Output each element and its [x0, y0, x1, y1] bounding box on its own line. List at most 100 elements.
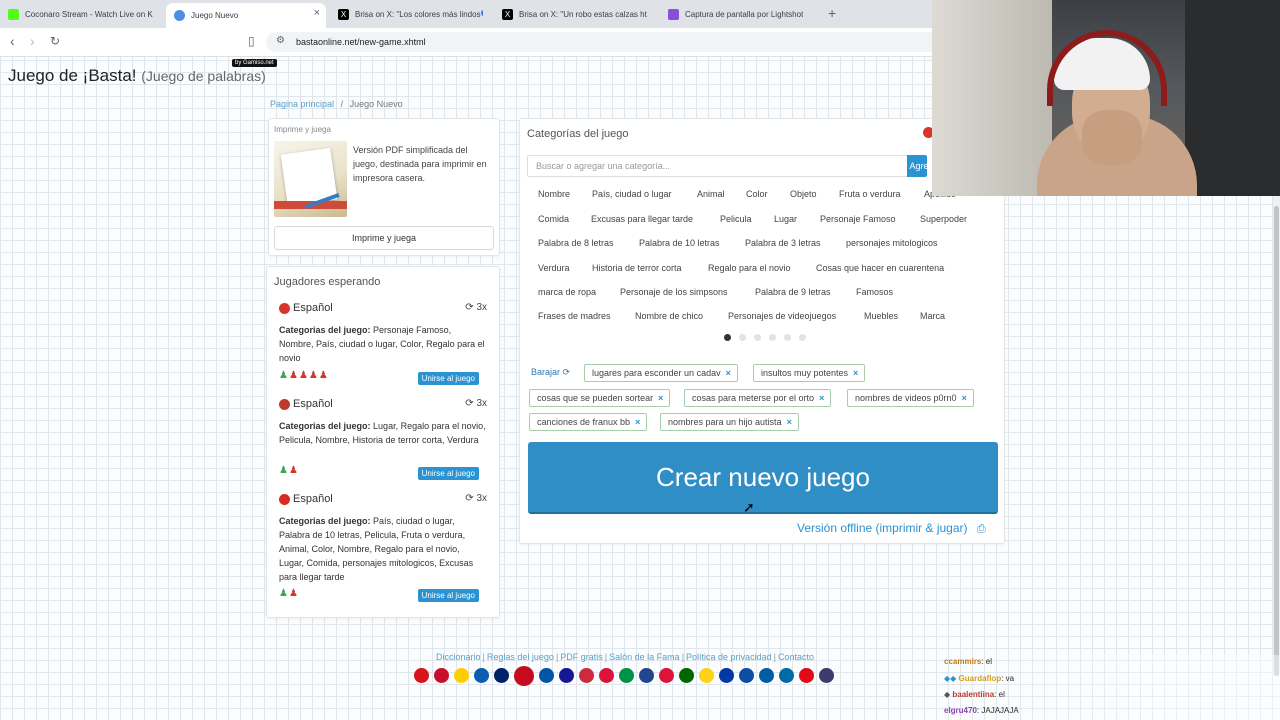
category-option[interactable]: Palabra de 8 letras	[538, 238, 614, 248]
offline-version-link[interactable]: Versión offline (imprimir & jugar) ⎙	[797, 521, 986, 536]
flag-hu-icon[interactable]	[579, 668, 594, 683]
category-option[interactable]: Comida	[538, 214, 569, 224]
footer-link-privacy[interactable]: Política de privacidad	[686, 652, 772, 662]
back-icon[interactable]: ‹	[10, 33, 15, 49]
site-info-icon[interactable]: ⚙	[276, 35, 285, 46]
scrollbar-thumb[interactable]	[1274, 206, 1279, 676]
category-option[interactable]: Personaje Famoso	[820, 214, 896, 224]
breadcrumb-home-link[interactable]: Pagina principal	[270, 99, 334, 109]
category-option[interactable]: Lugar	[774, 214, 797, 224]
tab-lightshot[interactable]: Captura de pantalla por Lightshot	[660, 3, 824, 25]
category-option[interactable]: Marca	[920, 311, 945, 321]
close-tab-icon[interactable]: ×	[314, 7, 320, 19]
join-game-button[interactable]: Unirse al juego	[417, 589, 479, 602]
footer-link-hall-of-fame[interactable]: Salón de la Fama	[609, 652, 680, 662]
category-option[interactable]: Famosos	[856, 287, 893, 297]
category-option[interactable]: Personajes de videojuegos	[728, 311, 836, 321]
remove-icon[interactable]: ×	[853, 368, 858, 378]
category-option[interactable]: País, ciudad o lugar	[592, 189, 672, 199]
waiting-players-panel: Jugadores esperando Español ⟳ 3x Categor…	[266, 266, 500, 618]
footer-link-dictionary[interactable]: Diccionario	[436, 652, 481, 662]
category-option[interactable]: Excusas para llegar tarde	[591, 214, 693, 224]
flag-sk-icon[interactable]	[739, 668, 754, 683]
tab-kick-stream[interactable]: Coconaro Stream - Watch Live on Ki	[0, 3, 164, 25]
join-game-button[interactable]: Unirse al juego	[417, 372, 479, 385]
category-option[interactable]: Palabra de 10 letras	[639, 238, 720, 248]
print-and-play-button[interactable]: Imprime y juega	[274, 226, 494, 250]
flag-dk-icon[interactable]	[434, 668, 449, 683]
remove-icon[interactable]: ×	[658, 393, 663, 403]
category-option[interactable]: Historia de terror corta	[592, 263, 682, 273]
add-category-button[interactable]: Agregar	[907, 155, 927, 177]
category-option[interactable]: Palabra de 3 letras	[745, 238, 821, 248]
flag-fr-icon[interactable]	[539, 668, 554, 683]
category-option[interactable]: personajes mitologicos	[846, 238, 938, 248]
flag-nl-icon[interactable]	[639, 668, 654, 683]
category-option[interactable]: Personaje de los simpsons	[620, 287, 728, 297]
page-dot[interactable]	[739, 334, 746, 341]
category-option[interactable]: marca de ropa	[538, 287, 596, 297]
flag-tr-icon[interactable]	[799, 668, 814, 683]
flag-si-icon[interactable]	[759, 668, 774, 683]
new-tab-icon[interactable]: +	[828, 5, 836, 21]
category-search-input[interactable]: Buscar o agregar una categoría...	[527, 155, 909, 177]
flag-gr-icon[interactable]	[474, 668, 489, 683]
join-game-button[interactable]: Unirse al juego	[417, 467, 479, 480]
remove-icon[interactable]: ×	[962, 393, 967, 403]
shuffle-button[interactable]: Barajar ⟳	[531, 367, 570, 378]
footer-separator: |	[773, 652, 776, 662]
page-dot[interactable]	[754, 334, 761, 341]
tab-label: Brisa on X: "Un robo estas calzas http	[519, 9, 647, 19]
flag-se-icon[interactable]	[779, 668, 794, 683]
gamiso-badge[interactable]: by Gamiso.net	[232, 59, 277, 67]
flag-pl-icon[interactable]	[659, 668, 674, 683]
category-option[interactable]: Cosas que hacer en cuarentena	[816, 263, 944, 273]
page-dot[interactable]	[769, 334, 776, 341]
flag-it-icon[interactable]	[619, 668, 634, 683]
category-option[interactable]: Animal	[697, 189, 725, 199]
flag-de-icon[interactable]	[454, 668, 469, 683]
category-option[interactable]: Frases de madres	[538, 311, 611, 321]
category-option[interactable]: Palabra de 9 letras	[755, 287, 831, 297]
flag-es-icon[interactable]	[514, 666, 534, 686]
bookmark-icon[interactable]: ▯	[248, 34, 255, 48]
create-new-game-button[interactable]: Crear nuevo juego	[528, 442, 998, 514]
flag-gb-icon[interactable]	[494, 668, 509, 683]
footer-link-rules[interactable]: Reglas del juego	[487, 652, 554, 662]
category-option[interactable]: Color	[746, 189, 768, 199]
remove-icon[interactable]: ×	[819, 393, 824, 403]
flag-us-icon[interactable]	[819, 668, 834, 683]
page-dot[interactable]	[799, 334, 806, 341]
tab-brisa-x-1[interactable]: X Brisa on X: "Los colores más lindos💙	[330, 3, 492, 25]
flag-id-icon[interactable]	[599, 668, 614, 683]
forward-icon[interactable]: ›	[30, 33, 35, 49]
page-scrollbar[interactable]	[1273, 196, 1280, 676]
footer-link-contact[interactable]: Contacto	[778, 652, 814, 662]
flag-icon	[279, 398, 290, 410]
category-option[interactable]: Nombre	[538, 189, 570, 199]
category-option[interactable]: Objeto	[790, 189, 817, 199]
flag-hr-icon[interactable]	[559, 668, 574, 683]
category-option[interactable]: Nombre de chico	[635, 311, 703, 321]
tab-juego-nuevo[interactable]: Juego Nuevo ×	[166, 3, 326, 28]
flag-ro-icon[interactable]	[699, 668, 714, 683]
category-option[interactable]: Regalo para el novio	[708, 263, 791, 273]
address-bar[interactable]: ⚙ bastaonline.net/new-game.xhtml	[266, 32, 938, 52]
category-option[interactable]: Fruta o verdura	[839, 189, 901, 199]
category-option[interactable]: Pelicula	[720, 214, 752, 224]
category-option[interactable]: Muebles	[864, 311, 898, 321]
tab-brisa-x-2[interactable]: X Brisa on X: "Un robo estas calzas http	[494, 3, 656, 25]
footer-link-pdf[interactable]: PDF gratis	[560, 652, 603, 662]
rounds-count: 3x	[476, 302, 487, 313]
flag-ru-icon[interactable]	[719, 668, 734, 683]
category-option[interactable]: Superpoder	[920, 214, 967, 224]
flag-pt-icon[interactable]	[679, 668, 694, 683]
remove-icon[interactable]: ×	[726, 368, 731, 378]
remove-icon[interactable]: ×	[635, 417, 640, 427]
remove-icon[interactable]: ×	[787, 417, 792, 427]
flag-cz-icon[interactable]	[414, 668, 429, 683]
page-dot-active[interactable]	[724, 334, 731, 341]
category-option[interactable]: Verdura	[538, 263, 570, 273]
reload-icon[interactable]: ↻	[50, 34, 60, 48]
page-dot[interactable]	[784, 334, 791, 341]
